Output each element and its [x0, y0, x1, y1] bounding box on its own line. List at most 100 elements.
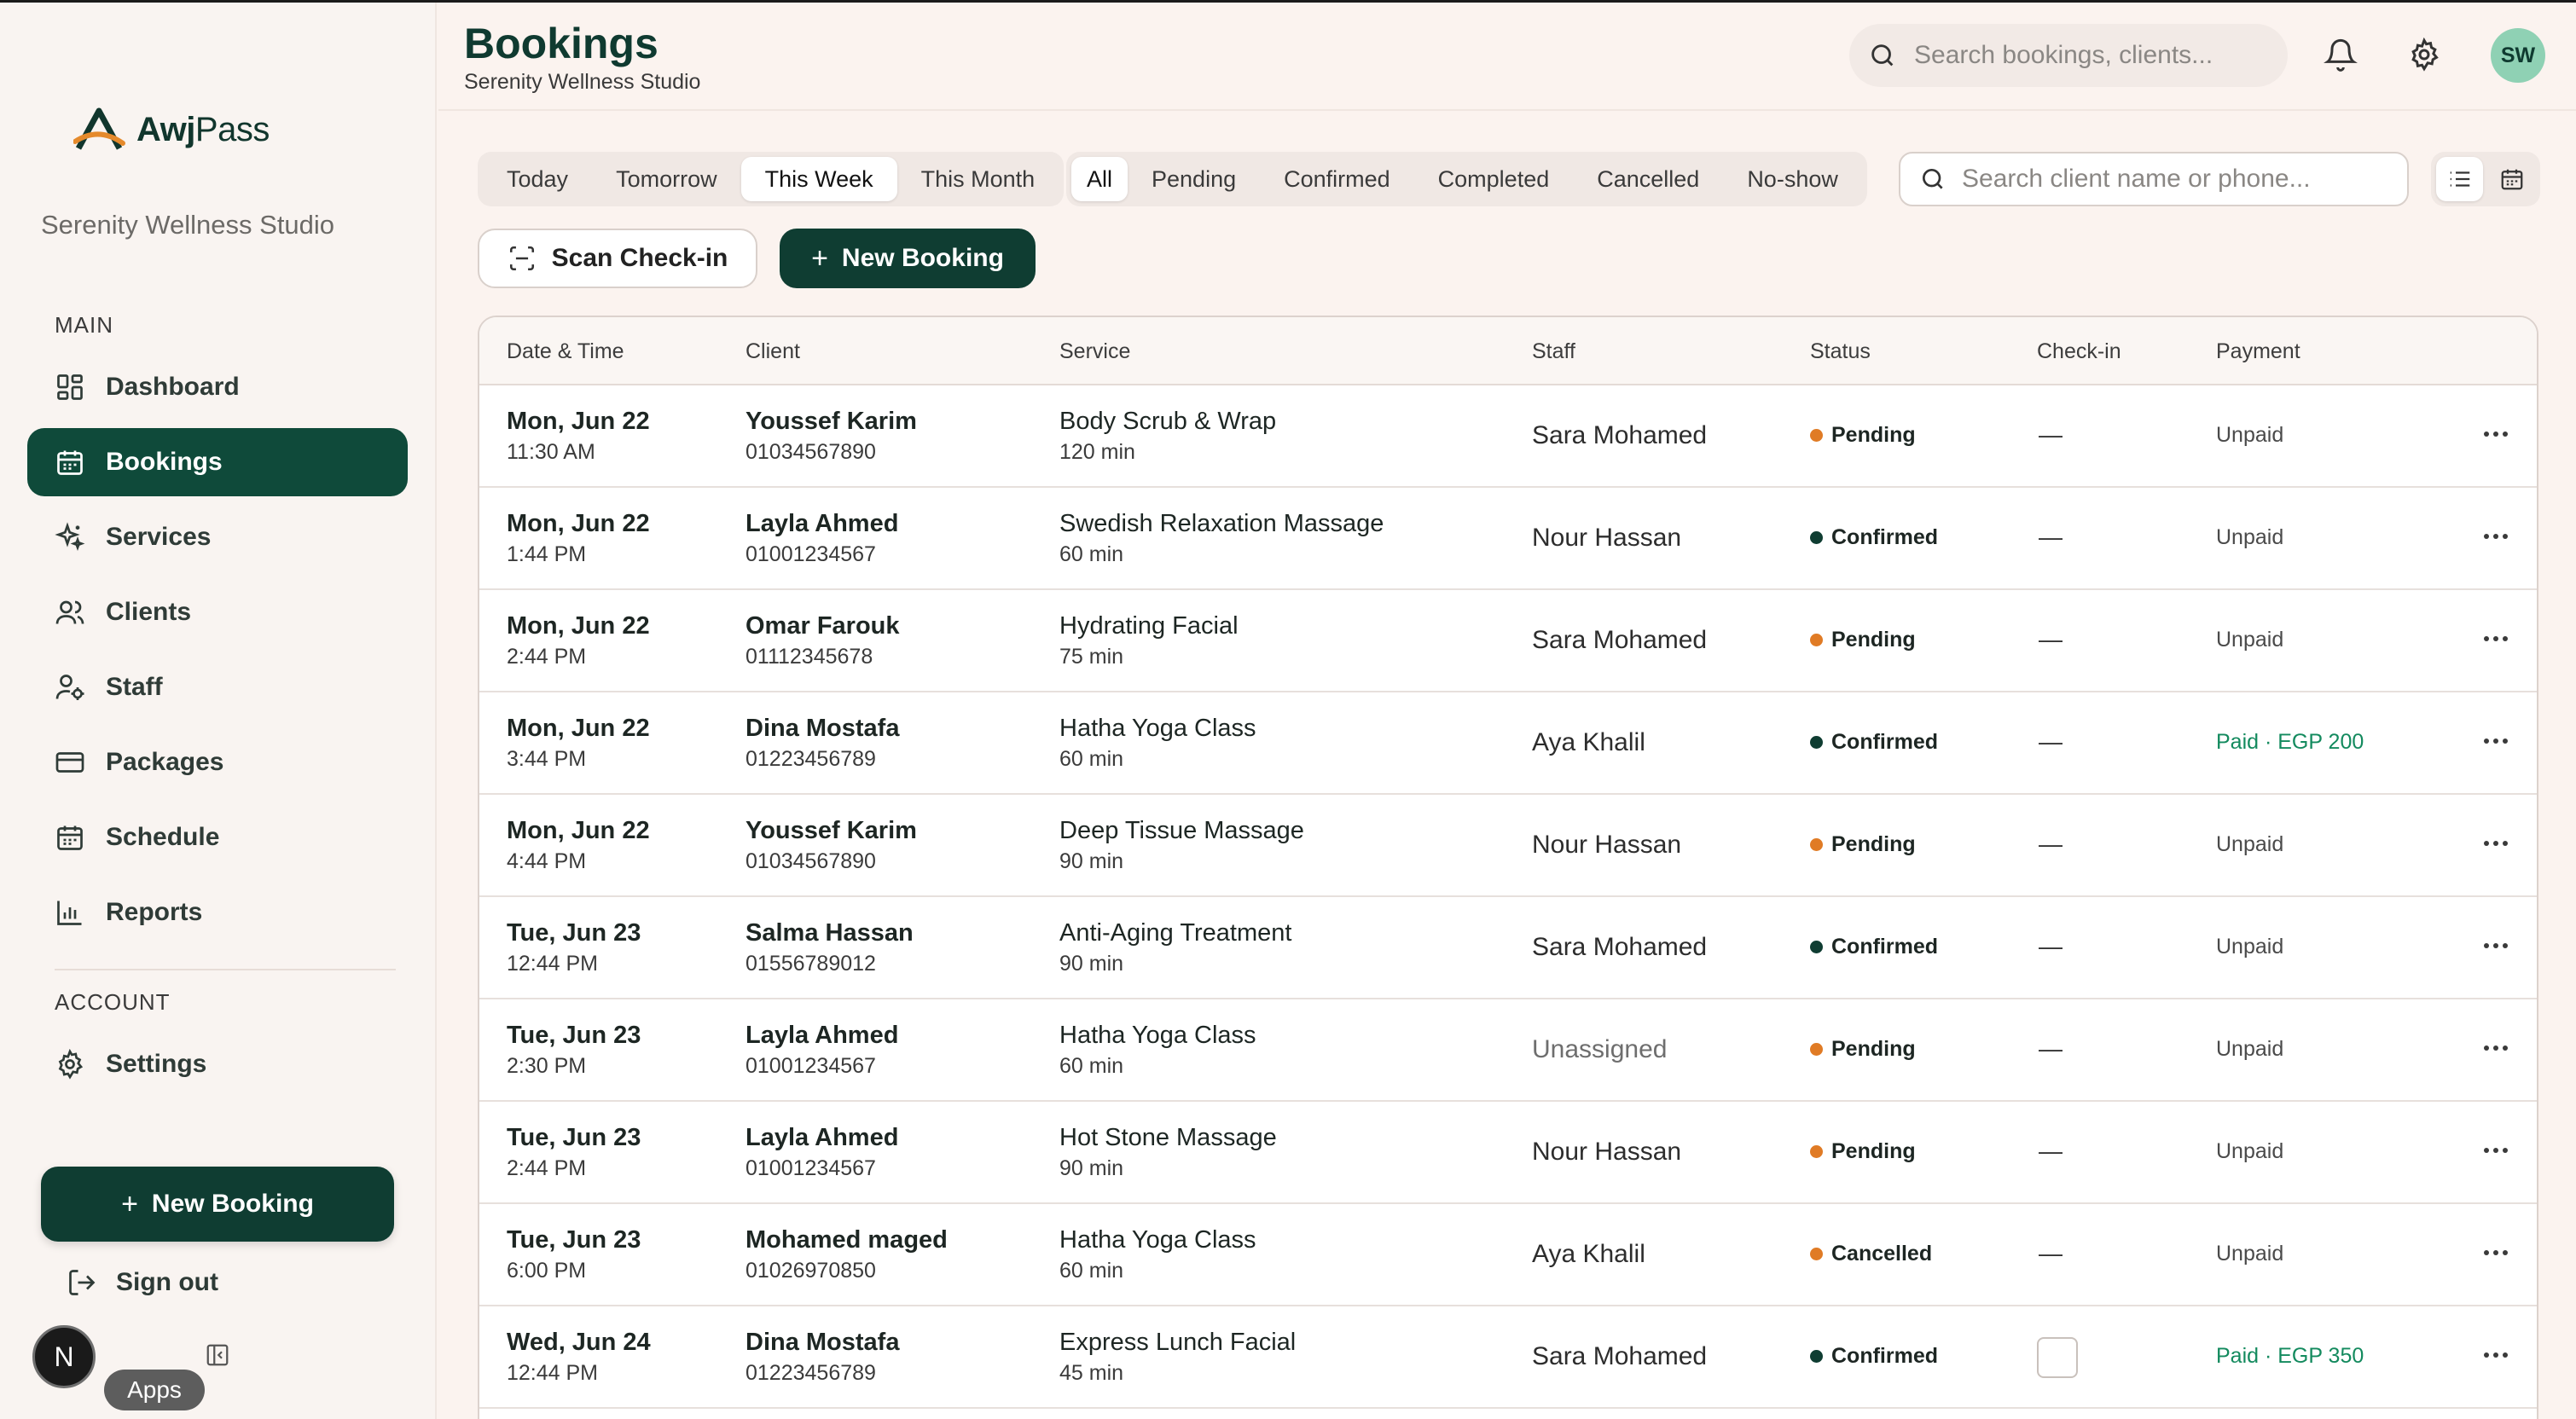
client-name[interactable]: Omar Farouk: [746, 612, 900, 640]
status-all[interactable]: All: [1071, 157, 1128, 201]
more-actions-icon[interactable]: [2475, 1344, 2516, 1366]
table-row[interactable]: Mon, Jun 22 2:44 PM Omar Farouk 01112345678…: [479, 590, 2537, 692]
status-completed[interactable]: Completed: [1414, 157, 1574, 201]
client-name[interactable]: Salma Hassan: [746, 919, 914, 947]
table-row[interactable]: Mon, Jun 22 1:44 PM Layla Ahmed 01001234567…: [479, 488, 2537, 590]
client-phone: 01112345678: [746, 645, 873, 669]
status-dot: [1810, 1145, 1823, 1158]
client-name[interactable]: Youssef Karim: [746, 408, 917, 436]
payment-status: Unpaid: [2216, 832, 2284, 856]
column-date-time[interactable]: Date & Time: [507, 339, 624, 364]
sidebar-item-dashboard[interactable]: Dashboard: [27, 353, 408, 421]
sidebar-item-reports[interactable]: Reports: [27, 878, 408, 947]
table-row[interactable]: Wed, Jun 24 12:44 PM Dina Mostafa 012234567…: [479, 1306, 2537, 1409]
filter-today[interactable]: Today: [483, 157, 592, 201]
client-name[interactable]: Mohamed maged: [746, 1226, 948, 1254]
more-actions-icon[interactable]: [2475, 423, 2516, 445]
table-row[interactable]: Mon, Jun 22 3:44 PM Dina Mostafa 0122345678…: [479, 692, 2537, 795]
more-actions-icon[interactable]: [2475, 730, 2516, 752]
sign-out-button[interactable]: Sign out: [67, 1267, 218, 1298]
status-badge: Pending: [1810, 1037, 1916, 1062]
status-dot: [1810, 531, 1823, 544]
client-name[interactable]: Layla Ahmed: [746, 510, 898, 538]
table-row[interactable]: Tue, Jun 23 2:30 PM Layla Ahmed 01001234567…: [479, 999, 2537, 1102]
client-name[interactable]: Layla Ahmed: [746, 1022, 898, 1050]
collapse-sidebar-icon[interactable]: [205, 1342, 230, 1372]
more-actions-icon[interactable]: [2475, 1139, 2516, 1161]
booking-date: Wed, Jun 24: [507, 1329, 651, 1356]
status-confirmed[interactable]: Confirmed: [1260, 157, 1414, 201]
sidebar-item-label: Staff: [106, 673, 163, 701]
notification-bell-icon[interactable]: [2324, 38, 2358, 76]
more-actions-icon[interactable]: [2475, 1037, 2516, 1059]
filter-this-week[interactable]: This Week: [740, 157, 897, 201]
sidebar-item-packages[interactable]: Packages: [27, 728, 408, 796]
client-name[interactable]: Layla Ahmed: [746, 1124, 898, 1152]
staff-name: Aya Khalil: [1532, 1240, 1645, 1268]
client-name[interactable]: Dina Mostafa: [746, 715, 899, 743]
column-check-in[interactable]: Check-in: [2037, 339, 2121, 364]
sidebar-item-schedule[interactable]: Schedule: [27, 803, 408, 872]
sidebar-item-staff[interactable]: Staff: [27, 653, 408, 721]
sidebar-new-booking-button[interactable]: + New Booking: [41, 1167, 394, 1242]
sidebar-item-clients[interactable]: Clients: [27, 578, 408, 646]
sidebar-item-label: Settings: [106, 1050, 207, 1078]
booking-date: Tue, Jun 23: [507, 919, 641, 947]
more-actions-icon[interactable]: [2475, 1242, 2516, 1264]
status-cancelled[interactable]: Cancelled: [1573, 157, 1723, 201]
status-badge: Pending: [1810, 423, 1916, 448]
sidebar-item-label: Packages: [106, 748, 224, 776]
gear-icon: [58, 1049, 84, 1080]
service-name: Hatha Yoga Class: [1059, 1022, 1256, 1049]
more-actions-icon[interactable]: [2475, 525, 2516, 547]
settings-gear-icon[interactable]: [2407, 37, 2441, 76]
more-actions-icon[interactable]: [2475, 832, 2516, 854]
user-avatar[interactable]: N: [32, 1325, 96, 1388]
table-row[interactable]: Tue, Jun 23 6:00 PM Mohamed maged 010269708…: [479, 1204, 2537, 1306]
status-badge: Cancelled: [1810, 1242, 1932, 1266]
client-name[interactable]: Dina Mostafa: [746, 1329, 899, 1357]
check-in-checkbox[interactable]: [2037, 1337, 2078, 1378]
plus-icon: +: [121, 1187, 138, 1220]
table-row[interactable]: Tue, Jun 23 2:44 PM Layla Ahmed 01001234567…: [479, 1102, 2537, 1204]
payment-status: Unpaid: [2216, 423, 2284, 447]
sidebar-item-services[interactable]: Services: [27, 503, 408, 571]
service-name: Anti-Aging Treatment: [1059, 919, 1292, 947]
calendar-view-icon[interactable]: [2488, 157, 2535, 201]
new-booking-button[interactable]: + New Booking: [780, 229, 1036, 288]
sidebar-divider: [55, 969, 396, 970]
search-icon: [1871, 44, 1894, 67]
column-payment[interactable]: Payment: [2216, 339, 2300, 364]
scan-check-in-button[interactable]: Scan Check-in: [478, 229, 757, 288]
column-client[interactable]: Client: [746, 339, 800, 364]
list-view-icon[interactable]: [2436, 157, 2483, 201]
more-actions-icon[interactable]: [2475, 935, 2516, 957]
status-pending[interactable]: Pending: [1128, 157, 1260, 201]
brand-logo[interactable]: AwjPass: [73, 106, 270, 153]
column-status[interactable]: Status: [1810, 339, 1871, 364]
page-subtitle: Serenity Wellness Studio: [464, 70, 701, 94]
global-search-input[interactable]: Search bookings, clients...: [1849, 24, 2288, 87]
staff-name: Unassigned: [1532, 1035, 1668, 1063]
more-actions-icon[interactable]: [2475, 628, 2516, 650]
sidebar-item-settings[interactable]: Settings: [27, 1030, 408, 1098]
service-duration: 60 min: [1059, 1054, 1124, 1078]
payment-status: Paid · EGP 350: [2216, 1344, 2364, 1368]
filter-tomorrow[interactable]: Tomorrow: [592, 157, 741, 201]
client-name[interactable]: Youssef Karim: [746, 817, 917, 845]
sidebar-item-bookings[interactable]: Bookings: [27, 428, 408, 496]
filter-this-month[interactable]: This Month: [897, 157, 1059, 201]
check-in-value: —: [2039, 933, 2063, 959]
organization-name: Serenity Wellness Studio: [41, 210, 335, 240]
column-service[interactable]: Service: [1059, 339, 1130, 364]
booking-time: 12:44 PM: [507, 1361, 599, 1385]
global-search-placeholder: Search bookings, clients...: [1914, 41, 2213, 69]
account-avatar[interactable]: SW: [2491, 28, 2545, 83]
column-staff[interactable]: Staff: [1532, 339, 1575, 364]
table-row[interactable]: Mon, Jun 22 4:44 PM Youssef Karim 010345678…: [479, 795, 2537, 897]
table-row[interactable]: Tue, Jun 23 12:44 PM Salma Hassan 015567890…: [479, 897, 2537, 999]
client-search-input[interactable]: Search client name or phone...: [1899, 152, 2409, 206]
status-no-show[interactable]: No-show: [1723, 157, 1862, 201]
table-row[interactable]: Mon, Jun 22 11:30 AM Youssef Karim 01034567…: [479, 385, 2537, 488]
check-in-value: —: [2039, 626, 2063, 652]
